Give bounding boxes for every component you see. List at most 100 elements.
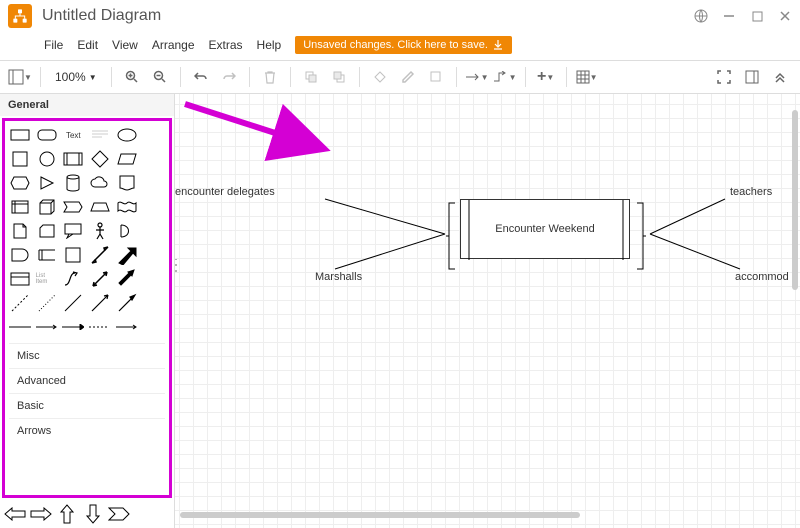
- shape-diamond[interactable]: [89, 149, 111, 169]
- shape-blank4[interactable]: [142, 197, 164, 217]
- shape-list2[interactable]: List Item: [36, 269, 58, 289]
- shape-blank8[interactable]: [142, 293, 164, 313]
- shape-hexagon[interactable]: [9, 173, 31, 193]
- shape-list[interactable]: [9, 269, 31, 289]
- globe-icon[interactable]: [694, 9, 708, 23]
- arrow-down[interactable]: [82, 504, 104, 524]
- shape-arrow-ne[interactable]: [116, 245, 138, 265]
- minimize-button[interactable]: [722, 9, 736, 23]
- arrow-right[interactable]: [30, 504, 52, 524]
- shape-curve[interactable]: [62, 269, 84, 289]
- delete-button[interactable]: [258, 65, 282, 89]
- shape-or[interactable]: [116, 221, 138, 241]
- shape-thick-arrow[interactable]: [116, 269, 138, 289]
- category-general[interactable]: General: [0, 94, 174, 116]
- shape-parallelogram[interactable]: [116, 149, 138, 169]
- category-misc[interactable]: Misc: [9, 343, 165, 368]
- canvas[interactable]: encounter delegates Marshalls teachers a…: [175, 94, 800, 528]
- shape-text[interactable]: Text: [62, 125, 84, 145]
- unsaved-banner[interactable]: Unsaved changes. Click here to save.: [295, 36, 512, 54]
- shape-harrow2[interactable]: [62, 317, 84, 337]
- shape-cylinder[interactable]: [62, 173, 84, 193]
- shape-ellipse[interactable]: [116, 125, 138, 145]
- shape-and[interactable]: [9, 245, 31, 265]
- shape-trapezoid[interactable]: [89, 197, 111, 217]
- shape-hline[interactable]: [9, 317, 31, 337]
- category-basic[interactable]: Basic: [9, 393, 165, 418]
- shape-rounded[interactable]: [36, 125, 58, 145]
- table-button[interactable]: ▼: [575, 65, 599, 89]
- shape-line2[interactable]: [62, 293, 84, 313]
- shape-card[interactable]: [36, 221, 58, 241]
- zoom-in-button[interactable]: [120, 65, 144, 89]
- shape-blank3[interactable]: [142, 173, 164, 193]
- collapse-button[interactable]: [768, 65, 792, 89]
- fill-color-button[interactable]: [368, 65, 392, 89]
- arrow-left[interactable]: [4, 504, 26, 524]
- shape-dotted[interactable]: [36, 293, 58, 313]
- waypoint-button[interactable]: ▼: [493, 65, 517, 89]
- zoom-selector[interactable]: 100% ▼: [49, 70, 103, 84]
- menu-help[interactable]: Help: [257, 38, 282, 52]
- shape-dashed[interactable]: [9, 293, 31, 313]
- shadow-button[interactable]: [424, 65, 448, 89]
- shape-blank[interactable]: [142, 125, 164, 145]
- category-arrows[interactable]: Arrows: [9, 418, 165, 443]
- shape-circle-sq[interactable]: [36, 149, 58, 169]
- shape-container[interactable]: [62, 245, 84, 265]
- shape-note[interactable]: [9, 221, 31, 241]
- maximize-button[interactable]: [750, 9, 764, 23]
- horizontal-scrollbar[interactable]: [180, 512, 580, 518]
- connection-button[interactable]: ▼: [465, 65, 489, 89]
- menu-file[interactable]: File: [44, 38, 63, 52]
- shape-cube[interactable]: [36, 197, 58, 217]
- view-mode-button[interactable]: ▼: [8, 65, 32, 89]
- document-title[interactable]: Untitled Diagram: [42, 7, 694, 25]
- close-button[interactable]: [778, 9, 792, 23]
- shape-bidir[interactable]: [89, 269, 111, 289]
- shape-actor[interactable]: [89, 221, 111, 241]
- shape-step[interactable]: [62, 197, 84, 217]
- shape-blank5[interactable]: [142, 221, 164, 241]
- shape-datastore[interactable]: [36, 245, 58, 265]
- shape-harrow1[interactable]: [36, 317, 58, 337]
- shape-document[interactable]: [116, 173, 138, 193]
- shape-square[interactable]: [9, 149, 31, 169]
- arrow-up[interactable]: [56, 504, 78, 524]
- arrow-chevron[interactable]: [108, 504, 130, 524]
- fullscreen-button[interactable]: [712, 65, 736, 89]
- separator: [525, 67, 526, 87]
- redo-button[interactable]: [217, 65, 241, 89]
- format-panel-button[interactable]: [740, 65, 764, 89]
- shape-blank7[interactable]: [142, 269, 164, 289]
- to-front-button[interactable]: [299, 65, 323, 89]
- menu-view[interactable]: View: [112, 38, 138, 52]
- shape-internal[interactable]: [9, 197, 31, 217]
- category-advanced[interactable]: Advanced: [9, 368, 165, 393]
- shape-harrow3[interactable]: [89, 317, 111, 337]
- menu-edit[interactable]: Edit: [77, 38, 98, 52]
- vertical-scrollbar[interactable]: [792, 110, 798, 290]
- shape-blank2[interactable]: [142, 149, 164, 169]
- shape-triangle[interactable]: [36, 173, 58, 193]
- undo-button[interactable]: [189, 65, 213, 89]
- line-color-button[interactable]: [396, 65, 420, 89]
- zoom-out-button[interactable]: [148, 65, 172, 89]
- shape-tape[interactable]: [116, 197, 138, 217]
- shape-callout[interactable]: [62, 221, 84, 241]
- shape-arrow-line[interactable]: [89, 293, 111, 313]
- shape-cloud[interactable]: [89, 173, 111, 193]
- label-encounter-delegates[interactable]: encounter delegates: [175, 186, 275, 198]
- menu-extras[interactable]: Extras: [209, 38, 243, 52]
- to-back-button[interactable]: [327, 65, 351, 89]
- shape-textbox[interactable]: [89, 125, 111, 145]
- shape-process[interactable]: [62, 149, 84, 169]
- shape-blank6[interactable]: [142, 245, 164, 265]
- insert-button[interactable]: +▼: [534, 65, 558, 89]
- shape-harrow4[interactable]: [116, 317, 138, 337]
- node-encounter-weekend[interactable]: Encounter Weekend: [460, 199, 630, 259]
- shape-rect[interactable]: [9, 125, 31, 145]
- shape-double-arrow[interactable]: [89, 245, 111, 265]
- shape-arrow-line2[interactable]: [116, 293, 138, 313]
- menu-arrange[interactable]: Arrange: [152, 38, 195, 52]
